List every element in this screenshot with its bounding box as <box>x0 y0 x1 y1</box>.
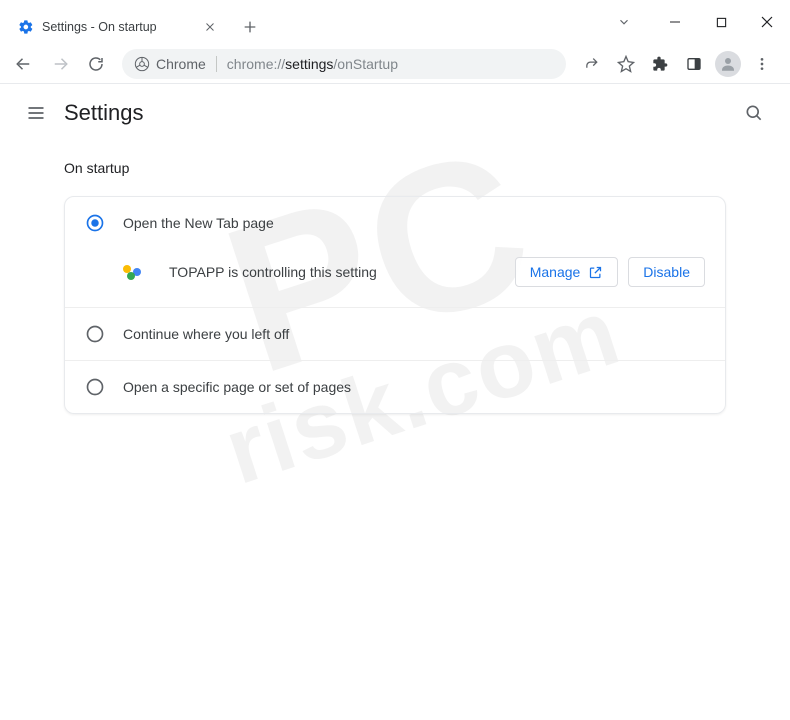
bookmark-icon[interactable] <box>610 48 642 80</box>
profile-avatar[interactable] <box>712 48 744 80</box>
option-specific-pages[interactable]: Open a specific page or set of pages <box>65 360 725 413</box>
sidepanel-icon[interactable] <box>678 48 710 80</box>
window-chevron[interactable] <box>590 0 652 44</box>
window-controls <box>652 0 790 44</box>
window-titlebar: Settings - On startup <box>0 0 790 44</box>
close-window-button[interactable] <box>744 2 790 42</box>
url-scheme-label: Chrome <box>156 56 206 72</box>
option-label: Open the New Tab page <box>123 215 274 231</box>
extension-app-icon <box>123 265 145 279</box>
settings-header: Settings <box>0 84 790 142</box>
close-tab-icon[interactable] <box>202 19 218 35</box>
option-new-tab[interactable]: Open the New Tab page <box>65 197 725 249</box>
url-text: chrome://settings/onStartup <box>227 56 398 72</box>
share-icon[interactable] <box>576 48 608 80</box>
back-button[interactable] <box>8 48 40 80</box>
maximize-button[interactable] <box>698 2 744 42</box>
extensions-icon[interactable] <box>644 48 676 80</box>
gear-icon <box>18 19 34 35</box>
omnibox-separator <box>216 56 217 72</box>
site-info-icon[interactable]: Chrome <box>134 56 206 72</box>
reload-button[interactable] <box>80 48 112 80</box>
radio-selected-icon <box>85 213 105 233</box>
settings-content: On startup Open the New Tab page TOPAPP … <box>0 142 790 414</box>
browser-tab[interactable]: Settings - On startup <box>8 10 228 44</box>
manage-button[interactable]: Manage <box>515 257 619 287</box>
startup-card: Open the New Tab page TOPAPP is controll… <box>64 196 726 414</box>
browser-toolbar: Chrome chrome://settings/onStartup <box>0 44 790 84</box>
new-tab-button[interactable] <box>236 13 264 41</box>
radio-unselected-icon <box>85 324 105 344</box>
radio-unselected-icon <box>85 377 105 397</box>
option-continue[interactable]: Continue where you left off <box>65 307 725 360</box>
option-label: Open a specific page or set of pages <box>123 379 351 395</box>
search-icon[interactable] <box>734 93 774 133</box>
open-external-icon <box>588 265 603 280</box>
page-title: Settings <box>64 100 144 126</box>
option-label: Continue where you left off <box>123 326 289 342</box>
forward-button[interactable] <box>44 48 76 80</box>
controlled-msg: TOPAPP is controlling this setting <box>169 264 377 280</box>
tab-title: Settings - On startup <box>42 20 157 34</box>
minimize-button[interactable] <box>652 2 698 42</box>
kebab-menu-icon[interactable] <box>746 48 778 80</box>
section-title: On startup <box>64 160 726 176</box>
tab-strip: Settings - On startup <box>0 0 590 44</box>
hamburger-menu-icon[interactable] <box>16 93 56 133</box>
extension-controlled-row: TOPAPP is controlling this setting Manag… <box>65 249 725 307</box>
address-bar[interactable]: Chrome chrome://settings/onStartup <box>122 49 566 79</box>
disable-button[interactable]: Disable <box>628 257 705 287</box>
